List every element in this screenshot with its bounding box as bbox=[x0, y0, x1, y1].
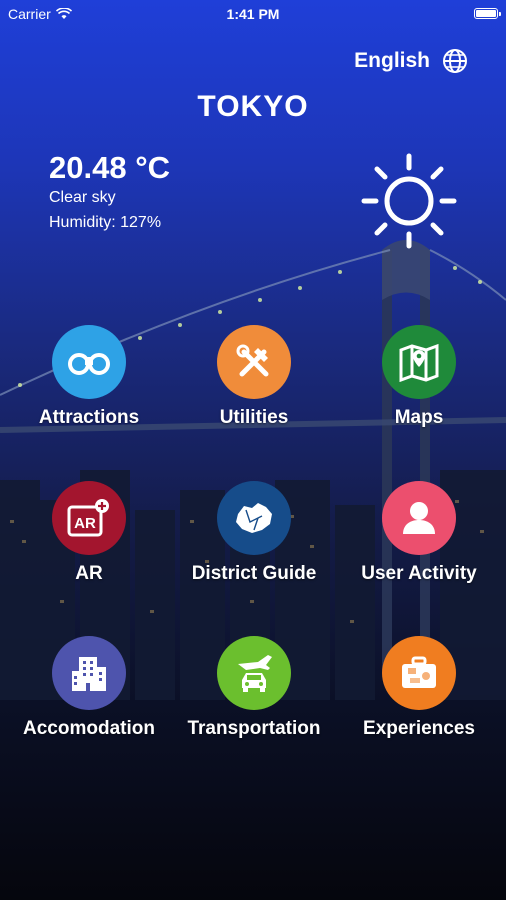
status-bar: Carrier 1:41 PM bbox=[0, 0, 506, 28]
attractions-circle bbox=[52, 325, 126, 399]
tools-icon bbox=[236, 344, 269, 377]
maps-label: Maps bbox=[394, 407, 444, 428]
sun-icon bbox=[361, 153, 457, 249]
menu-maps[interactable]: Maps bbox=[339, 325, 499, 429]
user-activity-label: User Activity bbox=[361, 563, 477, 584]
district-icon bbox=[236, 503, 272, 533]
map-icon bbox=[399, 343, 439, 382]
utilities-circle bbox=[217, 325, 291, 399]
menu-ar[interactable]: AR AR bbox=[9, 481, 169, 585]
menu-transportation[interactable]: Transportation bbox=[174, 636, 334, 740]
maps-circle bbox=[382, 325, 456, 399]
utilities-label: Utilities bbox=[219, 407, 289, 428]
temperature: 20.48 °C bbox=[49, 150, 170, 185]
suitcase-icon bbox=[402, 656, 436, 688]
city-title: TOKYO bbox=[197, 90, 309, 123]
menu-experiences[interactable]: Experiences bbox=[339, 636, 499, 740]
transportation-label: Transportation bbox=[187, 718, 321, 739]
binoculars-icon bbox=[68, 353, 110, 375]
user-circle bbox=[382, 481, 456, 555]
language-selector[interactable]: English bbox=[354, 48, 468, 74]
ar-circle: AR bbox=[52, 481, 126, 555]
user-icon bbox=[403, 502, 435, 534]
menu-attractions[interactable]: Attractions bbox=[9, 325, 169, 429]
accomodation-label: Accomodation bbox=[23, 718, 155, 739]
ar-icon: AR bbox=[67, 499, 109, 537]
attractions-label: Attractions bbox=[38, 407, 140, 428]
globe-icon bbox=[443, 49, 467, 73]
menu-district-guide[interactable]: District Guide bbox=[174, 481, 334, 585]
menu-accomodation[interactable]: Accomodation bbox=[9, 636, 169, 740]
transport-icon bbox=[238, 655, 272, 692]
district-guide-label: District Guide bbox=[191, 563, 317, 584]
status-time: 1:41 PM bbox=[226, 6, 280, 22]
language-label: English bbox=[354, 49, 430, 72]
experiences-circle bbox=[382, 636, 456, 710]
battery-icon bbox=[474, 8, 501, 19]
svg-text:AR: AR bbox=[74, 515, 96, 532]
humidity: Humidity: 127% bbox=[49, 214, 162, 231]
transportation-circle bbox=[217, 636, 291, 710]
menu-utilities[interactable]: Utilities bbox=[174, 325, 334, 429]
experiences-label: Experiences bbox=[363, 718, 475, 739]
district-circle bbox=[217, 481, 291, 555]
ar-label: AR bbox=[75, 563, 103, 584]
accomodation-circle bbox=[52, 636, 126, 710]
weather-condition: Clear sky bbox=[49, 189, 116, 206]
building-icon bbox=[72, 657, 106, 691]
background-cityscape bbox=[0, 240, 506, 700]
menu-user-activity[interactable]: User Activity bbox=[339, 481, 499, 585]
